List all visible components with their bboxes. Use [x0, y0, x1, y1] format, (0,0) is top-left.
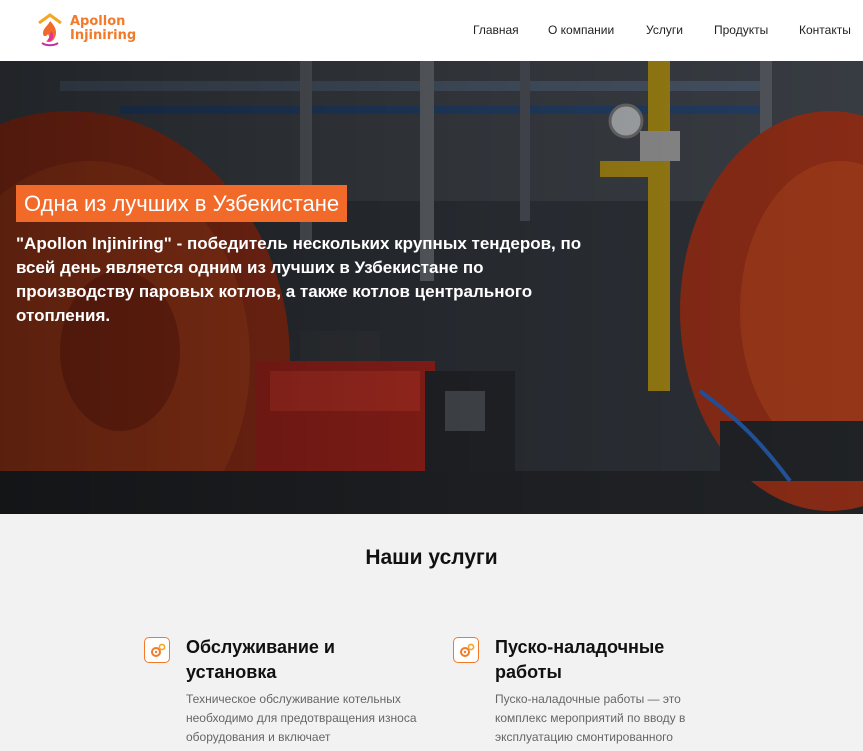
hero-section: Одна из лучших в Узбекистане "Apollon In… — [0, 61, 863, 514]
nav-products[interactable]: Продукты — [714, 22, 768, 38]
service-title: Обслуживание и установка — [186, 637, 336, 682]
services-title: Наши услуги — [365, 546, 498, 569]
gears-icon — [144, 637, 170, 663]
service-description: Пуско-наладочные работы — это комплекс м… — [495, 692, 686, 744]
hero-badge: Одна из лучших в Узбекистане — [16, 185, 348, 222]
nav-home[interactable]: Главная — [473, 22, 519, 38]
service-description: Техническое обслуживание котельных необх… — [186, 692, 417, 744]
nav-contacts[interactable]: Контакты — [799, 22, 851, 38]
gears-icon — [453, 637, 479, 663]
services-section: Наши услуги Обслуживание и установка Тех… — [0, 514, 863, 751]
site-header: Apollon Injiniring Главная О компании Ус… — [0, 0, 863, 61]
nav-about[interactable]: О компании — [548, 22, 614, 38]
service-title: Пуско-наладочные работы — [495, 637, 665, 682]
hero-description: "Apollon Injiniring" - победитель нескол… — [16, 234, 582, 325]
main-nav: Главная О компании Услуги Продукты Конта… — [0, 22, 863, 40]
nav-services[interactable]: Услуги — [646, 22, 683, 38]
